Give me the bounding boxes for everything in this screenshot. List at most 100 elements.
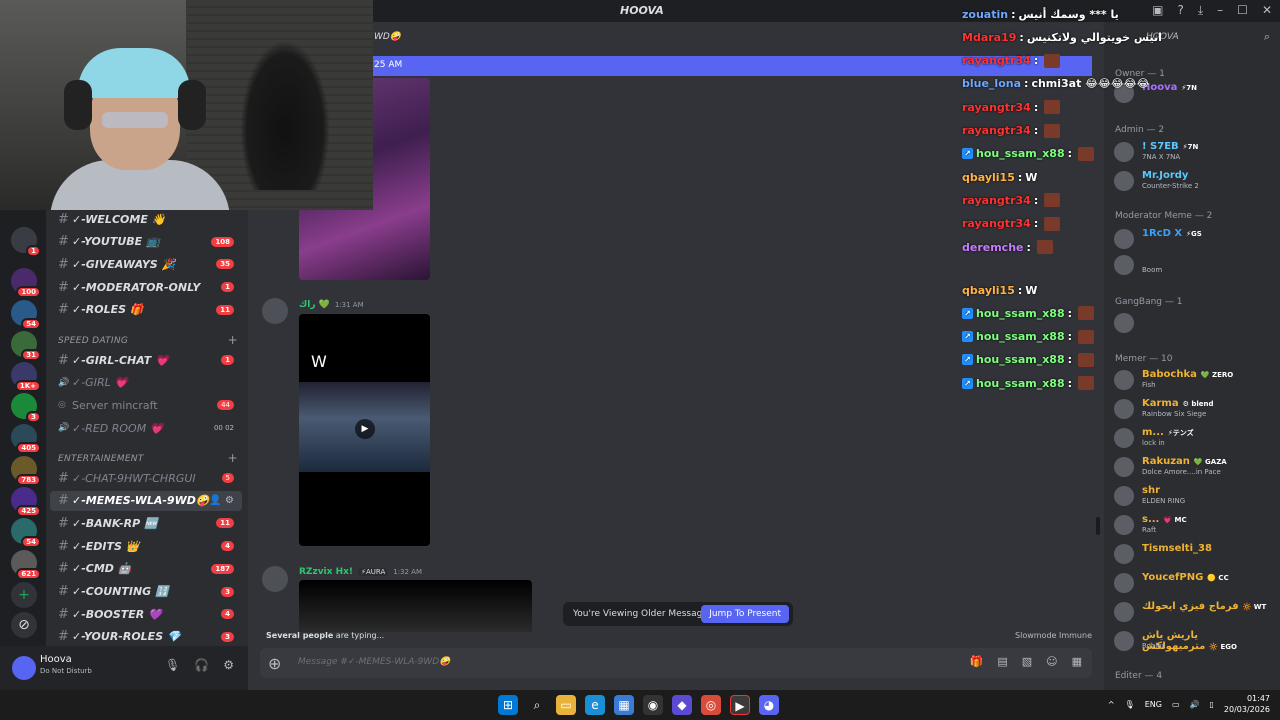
category-speed-dating[interactable]: SPEED DATING + [58,333,238,347]
search-icon[interactable]: ⌕ [527,695,547,715]
server-icon[interactable]: 3 [11,393,41,423]
store-icon[interactable]: ▦ [614,695,634,715]
member-item[interactable]: Babochka 💚 ZERO Fish [1112,367,1274,393]
obs-icon[interactable]: ◉ [643,695,663,715]
server-icon[interactable]: 54 [11,300,41,330]
add-server-button[interactable]: + [11,582,37,608]
maximize-button[interactable]: ☐ [1237,3,1248,18]
member-item[interactable]: YoucefPNG 🟡 CC [1112,570,1274,596]
recorder-icon[interactable]: ▶ [730,695,750,715]
member-item[interactable]: Mr.Jordy Counter-Strike 2 [1112,168,1274,194]
channel-item[interactable]: # ✓-EDITS 👑 4 [50,536,242,556]
member-item[interactable]: Karma ⚙ blend Rainbow Six Siege [1112,396,1274,422]
emoji-icon[interactable]: ☺ [1046,655,1057,668]
message-avatar[interactable] [262,566,288,592]
start-icon[interactable]: ⊞ [498,695,518,715]
add-channel-icon[interactable]: + [228,451,238,465]
message-author[interactable]: RZzvix Hx! [299,567,353,577]
mic-tray-icon[interactable]: 🎙 [1125,700,1135,709]
headphones-icon[interactable]: 🎧 [194,658,209,672]
file-explorer-icon[interactable]: ▭ [556,695,576,715]
member-item[interactable]: s... 💗 MC Raft [1112,512,1274,538]
play-icon[interactable]: ▶ [355,419,375,439]
server-icon[interactable]: 54 [11,518,41,548]
channel-item[interactable]: # ✓-CHAT-9HWT-CHRGUI 5 [50,468,242,488]
server-icon[interactable]: 621 [11,550,41,580]
message-author[interactable]: راك 💚 [299,300,330,310]
clock[interactable]: 01:47 20/03/2026 [1224,693,1270,715]
language-indicator[interactable]: ENG [1145,700,1162,709]
volume-icon[interactable]: 🔊 [1190,700,1200,709]
member-item[interactable]: Tismselti_38 [1112,541,1274,567]
channel-settings-icon[interactable]: 👤 ⚙ [209,495,234,506]
server-icon[interactable]: 100 [11,268,41,298]
message-composer[interactable]: ⊕ Message #✓-MEMES-WLA-9WD🤪 🎁 ▤ ▧ ☺ ▦ [260,648,1092,678]
download-icon[interactable]: ⤓ [1198,3,1203,18]
image-attachment[interactable] [299,580,532,632]
help-icon[interactable]: ? [1177,3,1183,18]
inbox-icon[interactable]: ▣ [1152,3,1163,18]
tray-chevron-icon[interactable]: ^ [1108,700,1115,709]
avatar[interactable] [12,656,36,680]
apps-icon[interactable]: ▦ [1072,655,1082,668]
member-item[interactable]: ! S7EB ⚡7N 7NA X 7NA [1112,139,1274,165]
discord-icon[interactable]: ◕ [759,695,779,715]
member-item[interactable]: Boom [1112,252,1274,278]
channel-item[interactable]: # ✓-ROLES 🎁 11 [50,300,242,320]
explore-servers-icon[interactable]: ⊘ [11,612,37,638]
channel-item[interactable]: ◎ Server mincraft 44 [50,395,242,415]
settings-gear-icon[interactable]: ⚙ [223,658,234,672]
search-icon[interactable]: ⌕ [1264,30,1270,44]
video-attachment[interactable]: W ▶ [299,314,430,546]
server-icon[interactable]: 783 [11,456,41,486]
message-avatar[interactable] [262,298,288,324]
jump-to-present-button[interactable]: Jump To Present [701,605,789,623]
channel-item[interactable]: # ✓-BANK-RP 🆕 11 [50,513,242,533]
member-item[interactable]: Rakuzan 💚 GAZA Dolce Amore....in Pace [1112,454,1274,480]
member-activity: 7NA X 7NA [1142,153,1181,161]
battery-icon[interactable]: ▯ [1209,700,1213,709]
channel-item[interactable]: # ✓-YOUTUBE 📺 108 [50,232,242,252]
channel-item[interactable]: 🔊 ✓-RED ROOM 💗 00 02 [50,418,242,438]
member-item[interactable]: m... ⚡テンズ lock in [1112,425,1274,451]
channel-item[interactable]: # ✓-MODERATOR-ONLY 1 [50,277,242,297]
member-item[interactable] [1112,310,1274,336]
server-icon[interactable]: 425 [11,487,41,517]
channel-item[interactable]: 🔊 ✓-GIRL 💗 [50,373,242,393]
separator: : [1017,283,1023,297]
channel-name: ✓-GIRL 💗 [72,376,128,390]
network-icon[interactable]: ▭ [1172,700,1180,709]
gift-icon[interactable]: 🎁 [970,655,984,668]
member-tag: 🟡 CC [1207,574,1229,582]
gif-icon[interactable]: ▤ [997,655,1007,668]
channel-item[interactable]: # ✓-GIVEAWAYS 🎉 35 [50,254,242,274]
sticker-icon[interactable]: ▧ [1022,655,1032,668]
scrollbar[interactable] [1096,517,1100,535]
channel-item[interactable]: # ✓-YOUR-ROLES 💎 3 [50,627,242,647]
channel-item[interactable]: # ✓-WELCOME 👋 [50,209,242,229]
member-item[interactable]: ياريش ياش مترميهولكش 🔆 EGO Roblox [1112,628,1274,654]
channel-item[interactable]: # ✓-COUNTING 🔢 3 [50,582,242,602]
server-icon[interactable]: 31 [11,331,41,361]
edge-icon[interactable]: e [585,695,605,715]
member-item[interactable]: shr ELDEN RING [1112,483,1274,509]
category-entertainement[interactable]: ENTERTAINEMENT + [58,451,238,465]
chrome-icon[interactable]: ◎ [701,695,721,715]
channel-item[interactable]: # ✓-GIRL-CHAT 💗 1 [50,350,242,370]
app-icon[interactable]: ◆ [672,695,692,715]
add-channel-icon[interactable]: + [228,333,238,347]
close-button[interactable]: ✕ [1262,3,1272,18]
server-icon[interactable]: 1K+ [11,362,41,392]
mic-icon[interactable]: 🎙 [165,658,180,672]
server-icon[interactable]: 1 [11,227,41,257]
channel-item[interactable]: # ✓-BOOSTER 💜 4 [50,604,242,624]
add-attachment-icon[interactable]: ⊕ [268,654,281,673]
server-icon[interactable]: 405 [11,424,41,454]
user-controls: 🎙 🎧 ⚙ [165,658,234,672]
member-item[interactable]: فرماج فيزي ايحولك 🔆 WT [1112,599,1274,625]
member-item[interactable]: 1RcD X ⚡GS [1112,226,1274,252]
channel-item[interactable]: # ✓-MEMES-WLA-9WD🤪 👤 ⚙ [50,490,242,511]
composer-placeholder[interactable]: Message #✓-MEMES-WLA-9WD🤪 [298,657,450,667]
channel-item[interactable]: # ✓-CMD 🤖 187 [50,559,242,579]
minimize-button[interactable]: – [1217,3,1223,18]
